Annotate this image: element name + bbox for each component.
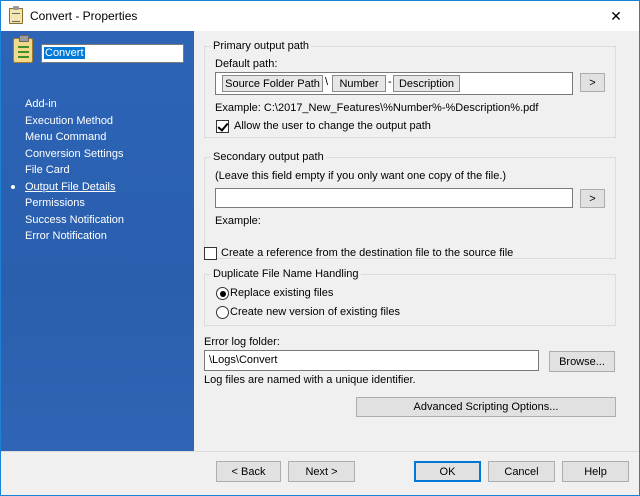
close-icon[interactable]: ✕ bbox=[593, 1, 639, 31]
title-bar: Convert - Properties ✕ bbox=[1, 1, 639, 31]
footer-divider bbox=[1, 451, 639, 452]
sidebar-item-execution-method[interactable]: Execution Method bbox=[1, 113, 194, 130]
sidebar-item-error-notification[interactable]: Error Notification bbox=[1, 228, 194, 245]
sidebar-item-add-in[interactable]: Add-in bbox=[1, 96, 194, 113]
help-button[interactable]: Help bbox=[562, 461, 629, 482]
secondary-path-browse-button[interactable]: > bbox=[580, 189, 605, 208]
sidebar-item-output-file-details[interactable]: Output File Details bbox=[1, 179, 194, 196]
token-separator-dash: - bbox=[388, 76, 392, 88]
secondary-path-hint: (Leave this field empty if you only want… bbox=[215, 170, 507, 182]
duplicate-handling-legend: Duplicate File Name Handling bbox=[211, 268, 361, 280]
ok-button[interactable]: OK bbox=[414, 461, 481, 482]
back-button[interactable]: < Back bbox=[216, 461, 281, 482]
default-path-label: Default path: bbox=[215, 58, 278, 70]
error-log-browse-button[interactable]: Browse... bbox=[549, 351, 615, 372]
error-log-input[interactable]: \Logs\Convert bbox=[204, 350, 539, 371]
create-reference-label: Create a reference from the destination … bbox=[221, 247, 514, 259]
next-button[interactable]: Next > bbox=[288, 461, 355, 482]
name-input[interactable]: Convert bbox=[41, 44, 184, 63]
replace-existing-label: Replace existing files bbox=[230, 287, 334, 299]
token-source-folder-path[interactable]: Source Folder Path bbox=[222, 75, 323, 92]
allow-change-label: Allow the user to change the output path bbox=[234, 120, 431, 132]
error-log-label: Error log folder: bbox=[204, 336, 280, 348]
advanced-scripting-button[interactable]: Advanced Scripting Options... bbox=[356, 397, 616, 417]
create-new-version-label: Create new version of existing files bbox=[230, 306, 400, 318]
clipboard-app-icon bbox=[9, 6, 23, 24]
sidebar-item-success-notification[interactable]: Success Notification bbox=[1, 212, 194, 229]
primary-path-example: Example: C:\2017_New_Features\%Number%-%… bbox=[215, 102, 539, 114]
primary-output-group: Primary output path Default path: Source… bbox=[204, 40, 616, 138]
sidebar-item-permissions[interactable]: Permissions bbox=[1, 195, 194, 212]
sidebar-item-conversion-settings[interactable]: Conversion Settings bbox=[1, 146, 194, 163]
replace-existing-radio[interactable] bbox=[216, 287, 229, 300]
error-log-note: Log files are named with a unique identi… bbox=[204, 374, 416, 386]
secondary-path-example-label: Example: bbox=[215, 215, 261, 227]
default-path-field[interactable]: Source Folder Path \ Number - Descriptio… bbox=[215, 72, 573, 95]
name-input-value: Convert bbox=[44, 47, 85, 59]
primary-output-legend: Primary output path bbox=[211, 40, 311, 52]
create-reference-checkbox[interactable] bbox=[204, 247, 217, 260]
secondary-output-legend: Secondary output path bbox=[211, 151, 326, 163]
create-new-version-radio[interactable] bbox=[216, 306, 229, 319]
allow-change-checkbox[interactable] bbox=[216, 120, 229, 133]
properties-dialog: Convert - Properties ✕ Convert Add-in Ex… bbox=[0, 0, 640, 496]
clipboard-icon bbox=[13, 35, 33, 63]
sidebar: Convert Add-in Execution Method Menu Com… bbox=[1, 31, 194, 451]
cancel-button[interactable]: Cancel bbox=[488, 461, 555, 482]
window-title: Convert - Properties bbox=[30, 9, 138, 23]
sidebar-item-menu-command[interactable]: Menu Command bbox=[1, 129, 194, 146]
content-panel: Primary output path Default path: Source… bbox=[194, 31, 639, 451]
primary-path-browse-button[interactable]: > bbox=[580, 73, 605, 92]
token-description[interactable]: Description bbox=[393, 75, 460, 92]
dialog-footer: < Back Next > OK Cancel Help bbox=[1, 451, 639, 495]
token-separator-backslash: \ bbox=[325, 76, 329, 88]
secondary-path-input[interactable] bbox=[215, 188, 573, 208]
selected-bullet-icon bbox=[11, 184, 15, 189]
sidebar-nav: Add-in Execution Method Menu Command Con… bbox=[1, 96, 194, 245]
duplicate-handling-group: Duplicate File Name Handling Replace exi… bbox=[204, 268, 616, 326]
secondary-output-group: Secondary output path (Leave this field … bbox=[204, 151, 616, 259]
token-number[interactable]: Number bbox=[332, 75, 386, 92]
sidebar-item-file-card[interactable]: File Card bbox=[1, 162, 194, 179]
